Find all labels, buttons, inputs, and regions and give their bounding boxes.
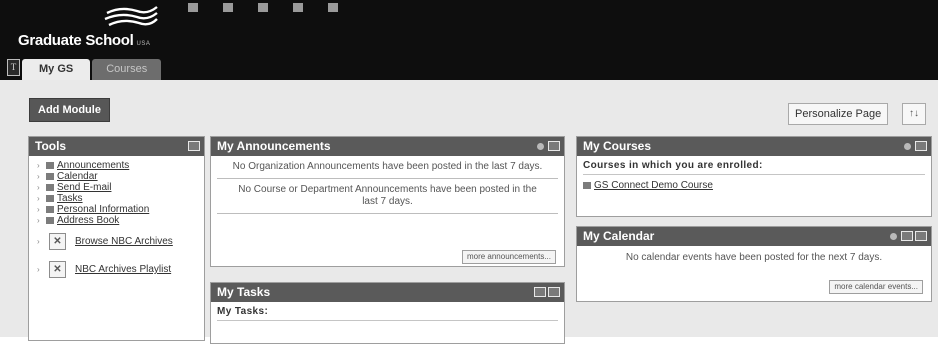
courses-module: My Courses Courses in which you are enro… <box>576 136 932 217</box>
tab-my-gs[interactable]: My GS <box>22 59 91 80</box>
tab-courses[interactable]: Courses <box>92 59 162 80</box>
courses-header: My Courses <box>577 137 931 156</box>
options-icon[interactable] <box>537 142 544 150</box>
tool-personal-information[interactable]: › Personal Information <box>37 204 204 215</box>
logo[interactable]: Graduate School USA <box>18 2 168 54</box>
calendar-title: My Calendar <box>583 229 655 243</box>
tab-bar: My GS Courses <box>22 59 162 80</box>
calendar-icon <box>46 173 54 180</box>
envelope-icon <box>46 184 54 191</box>
megaphone-icon <box>46 162 54 169</box>
tab-menu-icon[interactable]: T <box>7 59 20 76</box>
courses-subheading: Courses in which you are enrolled: <box>583 160 925 175</box>
minimize-icon[interactable] <box>548 287 560 297</box>
calendar-module: My Calendar No calendar events have been… <box>576 226 932 302</box>
announcements-controls <box>537 141 560 151</box>
tools-title: Tools <box>35 139 67 153</box>
top-nav <box>188 0 343 14</box>
tool-nbc-playlist[interactable]: › ✕ NBC Archives Playlist <box>37 257 204 282</box>
tools-controls <box>188 141 200 151</box>
org-announcements-text: No Organization Announcements have been … <box>232 161 543 172</box>
more-announcements-button[interactable]: more announcements... <box>461 250 556 264</box>
courses-title: My Courses <box>583 139 652 153</box>
logo-suffix: USA <box>136 41 151 47</box>
tool-announcements[interactable]: › Announcements <box>37 160 204 171</box>
broken-image-icon: ✕ <box>49 261 66 278</box>
announcements-module: My Announcements No Organization Announc… <box>210 136 565 267</box>
broken-image-icon: ✕ <box>49 233 66 250</box>
grid-icon <box>223 2 233 12</box>
user-info-icon <box>46 206 54 213</box>
content-area: Add Module Personalize Page ↑↓ Tools › An… <box>0 80 938 344</box>
logo-text: Graduate School USA <box>18 32 151 49</box>
options-icon[interactable] <box>904 142 911 150</box>
top-nav-speaker[interactable] <box>328 2 343 12</box>
bars-icon <box>258 2 268 12</box>
announcements-title: My Announcements <box>217 139 331 153</box>
announcements-header: My Announcements <box>211 137 564 156</box>
reorder-icon[interactable]: ↑↓ <box>902 103 926 125</box>
options-icon[interactable] <box>890 232 897 240</box>
minimize-icon[interactable] <box>188 141 200 151</box>
tasks-icon <box>46 195 54 202</box>
tasks-module: My Tasks My Tasks: <box>210 282 565 344</box>
top-nav-bars[interactable] <box>258 2 273 12</box>
book-icon <box>293 2 303 12</box>
personalize-page-button[interactable]: Personalize Page <box>788 103 889 125</box>
logo-swoosh-icon <box>104 6 158 27</box>
tool-tasks[interactable]: › Tasks <box>37 193 204 204</box>
top-nav-users[interactable] <box>188 2 203 12</box>
course-announcements-text: No Course or Department Announcements ha… <box>238 184 537 207</box>
tools-list: › Announcements › Calendar › Send E-mail › T… <box>29 156 204 282</box>
tasks-controls <box>534 287 560 297</box>
course-link-label[interactable]: GS Connect Demo Course <box>594 180 713 191</box>
tool-send-email[interactable]: › Send E-mail <box>37 182 204 193</box>
top-nav-book[interactable] <box>293 2 308 12</box>
tasks-header: My Tasks <box>211 283 564 302</box>
tool-address-book[interactable]: › Address Book <box>37 215 204 226</box>
speaker-icon <box>328 2 338 12</box>
calendar-controls <box>890 231 927 241</box>
divider <box>217 213 558 214</box>
minimize-icon[interactable] <box>915 141 927 151</box>
users-icon <box>188 2 198 12</box>
courses-controls <box>904 141 927 151</box>
top-nav-grid[interactable] <box>223 2 238 12</box>
minimize-icon[interactable] <box>915 231 927 241</box>
calendar-empty-text: No calendar events have been posted for … <box>625 252 883 263</box>
minimize-icon[interactable] <box>548 141 560 151</box>
more-calendar-events-button[interactable]: more calendar events... <box>829 280 923 294</box>
course-icon <box>583 182 591 189</box>
course-link[interactable]: GS Connect Demo Course <box>583 180 931 191</box>
tasks-title: My Tasks <box>217 285 271 299</box>
calendar-header: My Calendar <box>577 227 931 246</box>
add-module-button[interactable]: Add Module <box>29 98 110 122</box>
edit-icon[interactable] <box>901 231 913 241</box>
tool-browse-nbc[interactable]: › ✕ Browse NBC Archives <box>37 229 204 254</box>
options-icon[interactable] <box>534 287 546 297</box>
tools-header: Tools <box>29 137 204 156</box>
tools-module: Tools › Announcements › Calendar › Send E-m… <box>28 136 205 341</box>
header-bar: Graduate School USA T My GS Courses <box>0 0 938 82</box>
tasks-subheading: My Tasks: <box>217 306 558 321</box>
tool-calendar[interactable]: › Calendar <box>37 171 204 182</box>
address-book-icon <box>46 217 54 224</box>
